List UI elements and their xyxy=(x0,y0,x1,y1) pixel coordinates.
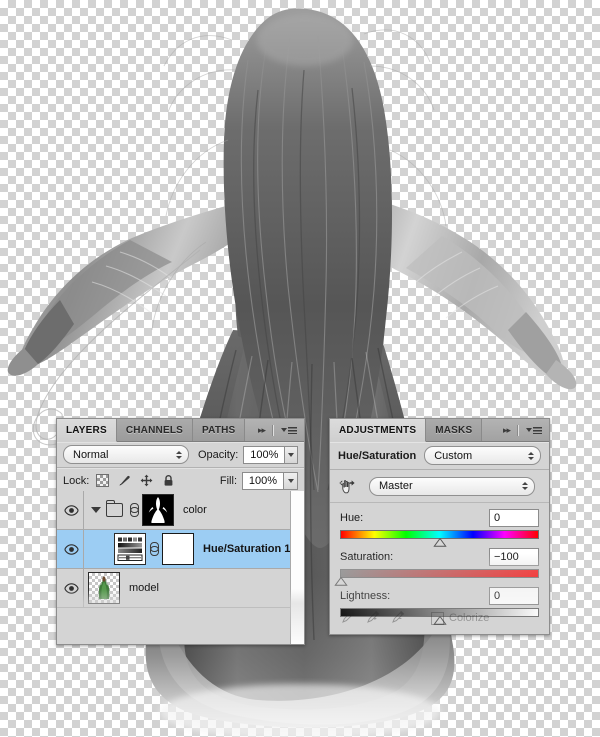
adjustment-title: Hue/Saturation xyxy=(338,449,417,462)
eyedropper-add-icon[interactable] xyxy=(367,610,380,626)
layers-panel-tabbar: LAYERS CHANNELS PATHS ▸▸ xyxy=(57,419,304,442)
link-icon[interactable] xyxy=(130,503,139,517)
colorize-label: Colorize xyxy=(449,612,490,624)
layer-thumbnail-hue-saturation[interactable] xyxy=(114,533,146,565)
saturation-label: Saturation: xyxy=(340,551,394,563)
tab-channels-label: CHANNELS xyxy=(125,424,184,436)
hue-slider-header: Hue: 0 xyxy=(340,509,539,527)
hue-input[interactable]: 0 xyxy=(489,509,539,527)
eye-icon xyxy=(63,504,79,516)
preset-select[interactable]: Custom xyxy=(424,446,541,465)
group-disclosure-triangle-icon[interactable] xyxy=(91,507,101,513)
blend-mode-select[interactable]: Normal xyxy=(63,445,189,464)
panel-menu-icon[interactable] xyxy=(526,426,542,434)
layer-mask-thumbnail-hue-saturation[interactable] xyxy=(162,533,194,565)
layer-row-color[interactable]: color xyxy=(57,491,304,530)
layers-panel[interactable]: LAYERS CHANNELS PATHS ▸▸ Normal Opacity:… xyxy=(56,418,305,645)
lock-label: Lock: xyxy=(63,474,90,487)
link-icon[interactable] xyxy=(150,542,159,556)
channel-row: Master xyxy=(330,470,549,503)
hue-label: Hue: xyxy=(340,512,364,524)
tabbar-spacer xyxy=(482,419,496,441)
tab-layers[interactable]: LAYERS xyxy=(57,419,117,442)
panel-menu-icon[interactable] xyxy=(281,426,297,434)
tab-layers-label: LAYERS xyxy=(66,424,107,436)
blend-opacity-row: Normal Opacity: 100% xyxy=(57,442,304,468)
panel-menu-triangle xyxy=(281,428,287,432)
opacity-input[interactable]: 100% xyxy=(243,445,286,464)
tab-channels[interactable]: CHANNELS xyxy=(116,419,194,441)
adjustments-panel-tabbar: ADJUSTMENTS MASKS ▸▸ xyxy=(330,419,549,442)
saturation-slider-block: Saturation: −100 xyxy=(334,548,539,586)
layers-panel-controls: ▸▸ xyxy=(251,419,304,441)
adjustments-panel[interactable]: ADJUSTMENTS MASKS ▸▸ Hue/Saturation Cust… xyxy=(329,418,550,635)
lock-all-icon[interactable] xyxy=(162,474,175,487)
lock-image-icon[interactable] xyxy=(118,474,131,487)
hue-saturation-sliders: Hue: 0 Saturation: −100 Lightness: 0 xyxy=(330,503,549,625)
eyedropper-group xyxy=(342,610,405,626)
lightness-slider-header: Lightness: 0 xyxy=(340,587,539,605)
preset-chevron-icon xyxy=(528,451,534,460)
toolbar-divider xyxy=(272,424,274,436)
visibility-toggle-color[interactable] xyxy=(59,491,84,529)
lightness-label: Lightness: xyxy=(340,590,391,602)
hue-slider-track[interactable] xyxy=(340,530,539,547)
visibility-toggle-hue-saturation[interactable] xyxy=(59,530,84,568)
channel-chevron-icon xyxy=(522,482,528,490)
layer-list: color Hue/Saturation 1 model xyxy=(57,491,304,644)
tab-adjustments-label: ADJUSTMENTS xyxy=(339,424,417,436)
blend-mode-chevron-icon xyxy=(175,450,182,459)
layer-thumbnail-model[interactable] xyxy=(88,572,120,604)
tab-paths[interactable]: PATHS xyxy=(193,419,246,441)
fill-label: Fill: xyxy=(219,474,237,487)
double-arrow-right-icon[interactable]: ▸▸ xyxy=(503,425,511,436)
panel-menu-bars xyxy=(288,426,297,434)
photoshop-canvas-stage: LAYERS CHANNELS PATHS ▸▸ Normal Opacity:… xyxy=(0,0,600,737)
channel-select[interactable]: Master xyxy=(369,476,535,496)
visibility-toggle-model[interactable] xyxy=(59,569,84,607)
lock-transparency-icon[interactable] xyxy=(96,474,110,487)
toolbar-divider xyxy=(517,424,519,436)
saturation-slider-track[interactable] xyxy=(334,569,539,586)
adjustments-panel-controls: ▸▸ xyxy=(496,419,549,441)
layer-name-model: model xyxy=(129,582,159,594)
lightness-input[interactable]: 0 xyxy=(489,587,539,605)
fill-stepper[interactable] xyxy=(284,471,298,490)
eyedropper-icon[interactable] xyxy=(342,610,355,626)
tab-masks-label: MASKS xyxy=(435,424,473,436)
adjustment-title-row: Hue/Saturation Custom xyxy=(330,442,549,470)
layers-scrollbar[interactable] xyxy=(290,491,304,644)
layer-name-hue-saturation: Hue/Saturation 1 xyxy=(203,543,291,555)
panel-menu-bars xyxy=(533,426,542,434)
folder-icon xyxy=(105,500,123,517)
blend-mode-value: Normal xyxy=(73,448,109,461)
layer-row-hue-saturation[interactable]: Hue/Saturation 1 xyxy=(57,530,304,569)
opacity-stepper[interactable] xyxy=(285,445,298,464)
lock-position-icon[interactable] xyxy=(140,474,153,487)
targeted-adjustment-tool-icon[interactable] xyxy=(338,476,358,496)
panel-menu-triangle xyxy=(526,428,532,432)
saturation-slider-thumb[interactable] xyxy=(334,577,348,586)
tab-paths-label: PATHS xyxy=(202,424,236,436)
eyedropper-subtract-icon[interactable] xyxy=(392,610,405,626)
saturation-input[interactable]: −100 xyxy=(489,548,539,566)
lock-icon-group xyxy=(96,474,175,487)
opacity-label: Opacity: xyxy=(197,448,239,461)
layer-name-color: color xyxy=(183,504,207,516)
channel-value: Master xyxy=(379,480,413,492)
tab-adjustments[interactable]: ADJUSTMENTS xyxy=(330,419,427,442)
eye-icon xyxy=(63,543,79,555)
layer-thumbnail-color-mask[interactable] xyxy=(142,494,174,526)
preset-value: Custom xyxy=(434,449,473,462)
double-arrow-right-icon[interactable]: ▸▸ xyxy=(258,425,266,436)
hue-slider-block: Hue: 0 xyxy=(340,509,539,547)
layer-row-model[interactable]: model xyxy=(57,569,304,608)
eye-icon xyxy=(63,582,79,594)
colorize-row: Colorize xyxy=(342,610,537,626)
saturation-slider-header: Saturation: −100 xyxy=(340,548,539,566)
fill-input[interactable]: 100% xyxy=(242,471,284,490)
tab-masks[interactable]: MASKS xyxy=(426,419,483,441)
hue-slider-thumb[interactable] xyxy=(433,538,446,547)
colorize-checkbox[interactable] xyxy=(431,611,444,625)
